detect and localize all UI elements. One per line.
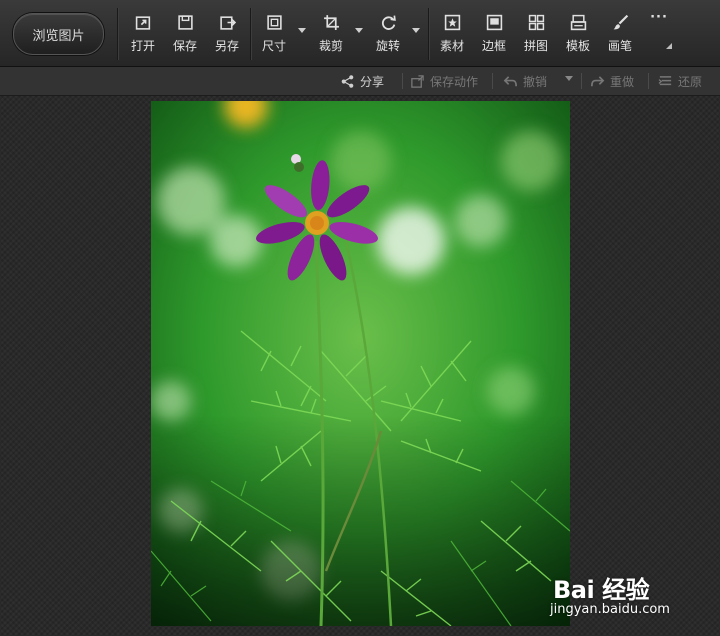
watermark-url: jingyan.baidu.com bbox=[550, 602, 670, 617]
save-button[interactable]: 保存 bbox=[172, 14, 198, 58]
open-button[interactable]: 打开 bbox=[130, 14, 156, 58]
rotate-button[interactable]: 旋转 bbox=[375, 14, 401, 58]
toolbar-divider bbox=[117, 8, 118, 60]
rotate-icon bbox=[381, 15, 396, 30]
redo-label: 重做 bbox=[610, 74, 635, 89]
brush-label: 画笔 bbox=[607, 39, 632, 53]
brush-button[interactable]: 画笔 bbox=[607, 14, 633, 58]
watermark-brand: Bai 经验 bbox=[553, 576, 650, 604]
rotate-dropdown-arrow[interactable] bbox=[412, 28, 420, 33]
resize-label: 尺寸 bbox=[261, 39, 286, 53]
action-bar: 分享 保存动作 撤销 重做 还原 bbox=[0, 67, 720, 96]
border-button[interactable]: 边框 bbox=[481, 14, 507, 58]
redo-button[interactable]: 重做 bbox=[590, 72, 634, 90]
expand-corner-icon[interactable] bbox=[666, 43, 672, 49]
resize-dropdown-arrow[interactable] bbox=[298, 28, 306, 33]
save-as-icon bbox=[219, 16, 236, 30]
template-label: 模板 bbox=[565, 39, 590, 53]
resize-button[interactable]: 尺寸 bbox=[261, 14, 287, 58]
resize-icon bbox=[266, 15, 282, 30]
more-icon: ··· bbox=[650, 10, 668, 25]
share-icon bbox=[341, 74, 354, 88]
save-as-label: 另存 bbox=[214, 39, 239, 53]
undo-icon bbox=[503, 75, 517, 86]
crop-label: 裁剪 bbox=[318, 39, 343, 53]
material-label: 素材 bbox=[439, 39, 464, 53]
save-as-button[interactable]: 另存 bbox=[214, 14, 240, 58]
photo-preview bbox=[151, 101, 570, 626]
restore-label: 还原 bbox=[678, 74, 703, 89]
action-divider bbox=[581, 73, 582, 89]
collage-icon bbox=[528, 14, 544, 31]
collage-label: 拼图 bbox=[523, 39, 548, 53]
undo-dropdown-arrow[interactable] bbox=[565, 76, 573, 81]
open-label: 打开 bbox=[130, 39, 155, 53]
action-divider bbox=[492, 73, 493, 89]
brush-icon bbox=[613, 14, 628, 30]
material-button[interactable]: 素材 bbox=[439, 14, 465, 58]
restore-icon bbox=[658, 75, 672, 85]
share-label: 分享 bbox=[360, 74, 385, 89]
main-toolbar: 浏览图片 打开 保存 另存 尺寸 裁剪 旋转 素材 边框 拼图 模板 画笔 ··… bbox=[0, 0, 720, 67]
crop-button[interactable]: 裁剪 bbox=[318, 14, 344, 58]
save-icon bbox=[177, 15, 193, 30]
border-label: 边框 bbox=[481, 39, 506, 53]
crop-dropdown-arrow[interactable] bbox=[355, 28, 363, 33]
material-icon bbox=[444, 14, 460, 31]
collage-button[interactable]: 拼图 bbox=[523, 14, 549, 58]
undo-button[interactable]: 撤销 bbox=[503, 72, 547, 90]
restore-button[interactable]: 还原 bbox=[658, 72, 702, 90]
save-action-icon bbox=[411, 74, 424, 88]
save-action-button[interactable]: 保存动作 bbox=[410, 72, 478, 90]
redo-icon bbox=[591, 75, 605, 86]
browse-images-button[interactable]: 浏览图片 bbox=[13, 13, 104, 55]
open-icon bbox=[135, 16, 150, 30]
save-label: 保存 bbox=[172, 39, 197, 53]
save-action-label: 保存动作 bbox=[430, 74, 479, 89]
border-icon bbox=[486, 14, 502, 31]
undo-label: 撤销 bbox=[523, 74, 548, 89]
rotate-label: 旋转 bbox=[375, 39, 400, 53]
crop-icon bbox=[323, 15, 339, 30]
share-button[interactable]: 分享 bbox=[340, 72, 384, 90]
action-divider bbox=[648, 73, 649, 89]
toolbar-divider bbox=[428, 8, 429, 60]
action-divider bbox=[402, 73, 403, 89]
template-button[interactable]: 模板 bbox=[565, 14, 591, 58]
toolbar-divider bbox=[250, 8, 251, 60]
baidu-jingyan-watermark: Bai 经验 jingyan.baidu.com bbox=[550, 570, 710, 626]
template-icon bbox=[570, 14, 586, 31]
